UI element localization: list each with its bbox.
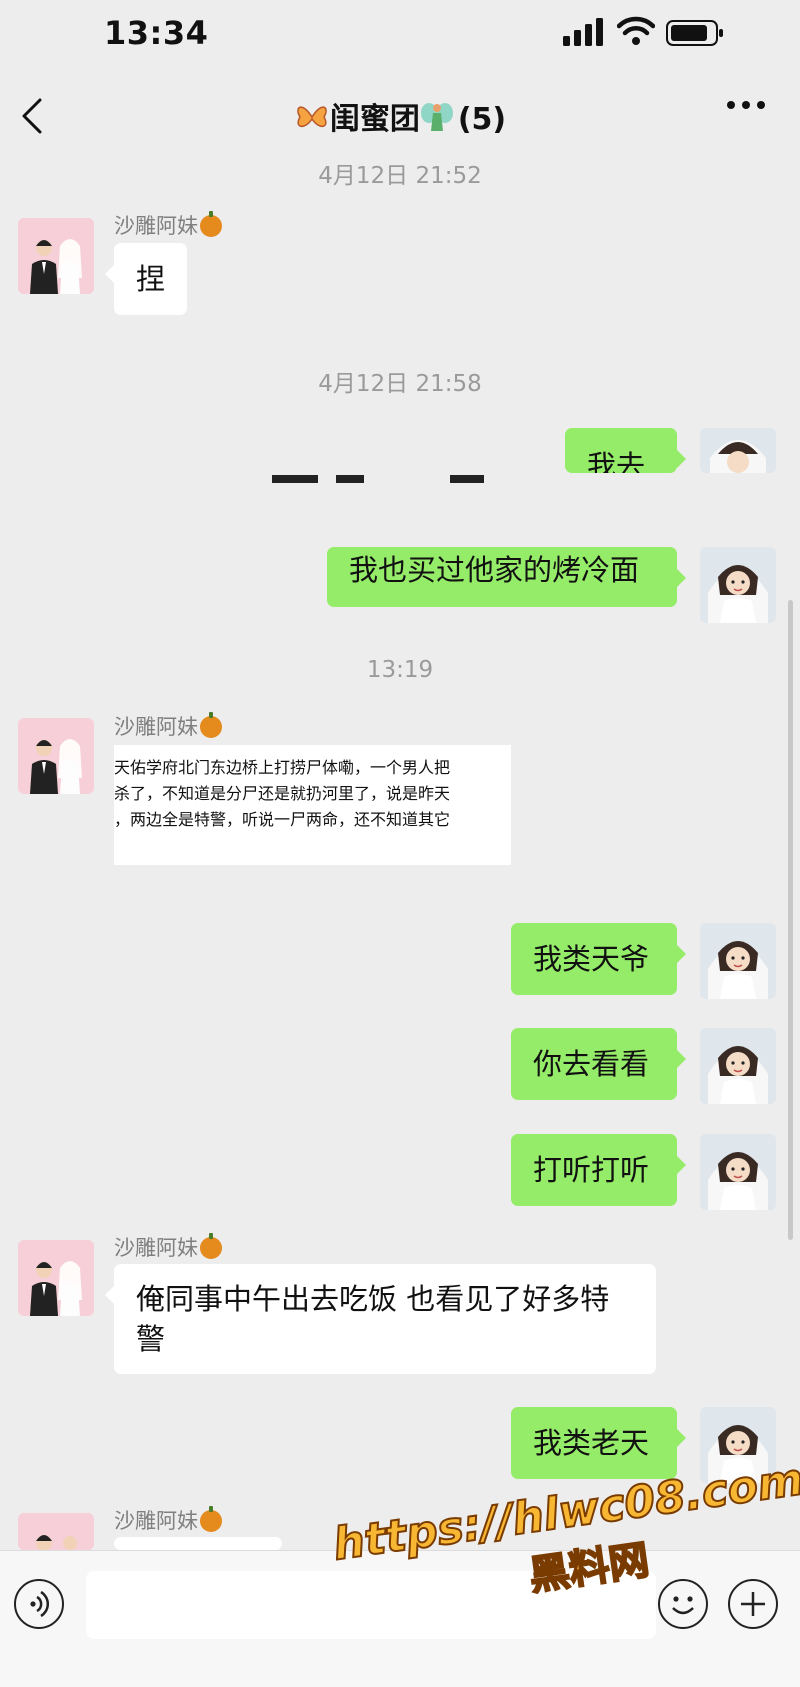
more-dots-icon[interactable] <box>726 100 766 110</box>
pumpkin-icon <box>200 712 222 738</box>
timestamp: 13:19 <box>366 657 434 683</box>
voice-waves <box>30 1590 50 1618</box>
my-avatar[interactable] <box>700 1028 776 1104</box>
image-message[interactable]: 天佑学府北门东边桥上打捞尸体嘞，一个男人把 杀了，不知道是分尸还是就扔河里了，说… <box>114 745 511 865</box>
message-bubble[interactable] <box>105 1537 282 1577</box>
sender-name-text: 沙雕阿妹 <box>114 214 198 238</box>
wifi-icon <box>617 16 655 45</box>
sender-name: 沙雕阿妹 <box>114 210 222 240</box>
message-bubble[interactable]: 我类老天 <box>511 1407 686 1479</box>
message-bubble[interactable]: 打听打听 <box>511 1134 686 1206</box>
sender-avatar[interactable] <box>18 218 94 294</box>
sender-name-text: 沙雕阿妹 <box>114 715 198 739</box>
message-bubble[interactable]: 我类天爷 <box>511 923 686 995</box>
pumpkin-icon <box>200 211 222 237</box>
member-count: (5) <box>457 102 507 137</box>
my-avatar[interactable] <box>700 1134 776 1210</box>
message-bubble[interactable]: 捏 <box>104 243 188 315</box>
sender-name: 沙雕阿妹 <box>114 1232 222 1262</box>
battery-icon <box>666 20 723 46</box>
sender-name-text: 沙雕阿妹 <box>114 1509 198 1533</box>
message-bubble[interactable]: 我也买过他家的烤冷面 <box>327 547 686 607</box>
image-text-line: ，两边全是特警，听说一尸两命，还不知道其它 <box>114 810 451 829</box>
sender-name-text: 沙雕阿妹 <box>114 1236 198 1260</box>
timestamp: 4月12日 21:58 <box>318 371 482 397</box>
status-time: 13:34 <box>104 14 209 52</box>
sender-avatar[interactable] <box>18 1240 94 1316</box>
signal-icon <box>563 18 603 46</box>
message-bubble[interactable]: 俺同事中午出去吃饭 也看见了好多特警 <box>105 1264 656 1374</box>
timestamp: 4月12日 21:52 <box>318 163 482 189</box>
message-bubble[interactable]: 你去看看 <box>511 1028 686 1100</box>
image-text-line: 杀了，不知道是分尸还是就扔河里了，说是昨天 <box>114 784 451 803</box>
my-avatar[interactable] <box>700 923 776 999</box>
chat-header: 闺蜜团 (5) <box>0 70 800 160</box>
sender-name: 沙雕阿妹 <box>114 711 222 741</box>
butterfly-emoji-icon <box>297 106 327 128</box>
chat-title: 闺蜜团 (5) <box>0 94 800 138</box>
my-avatar[interactable] <box>700 547 776 623</box>
scrollbar[interactable] <box>788 600 793 1240</box>
sender-avatar[interactable] <box>18 1513 94 1550</box>
message-bubble[interactable]: 我去 <box>565 428 686 483</box>
pumpkin-icon <box>200 1233 222 1259</box>
image-text-line: 天佑学府北门东边桥上打捞尸体嘞，一个男人把 <box>114 758 451 777</box>
chat-title-text: 闺蜜团 <box>329 102 420 137</box>
fairy-emoji-icon <box>420 103 453 131</box>
voice-icon[interactable] <box>14 1579 64 1629</box>
sender-name: 沙雕阿妹 <box>114 1505 222 1535</box>
render-glitch <box>0 473 800 547</box>
status-bar: 13:34 <box>0 0 800 70</box>
sender-avatar[interactable] <box>18 718 94 794</box>
my-avatar[interactable] <box>700 428 776 473</box>
pumpkin-icon <box>200 1506 222 1532</box>
